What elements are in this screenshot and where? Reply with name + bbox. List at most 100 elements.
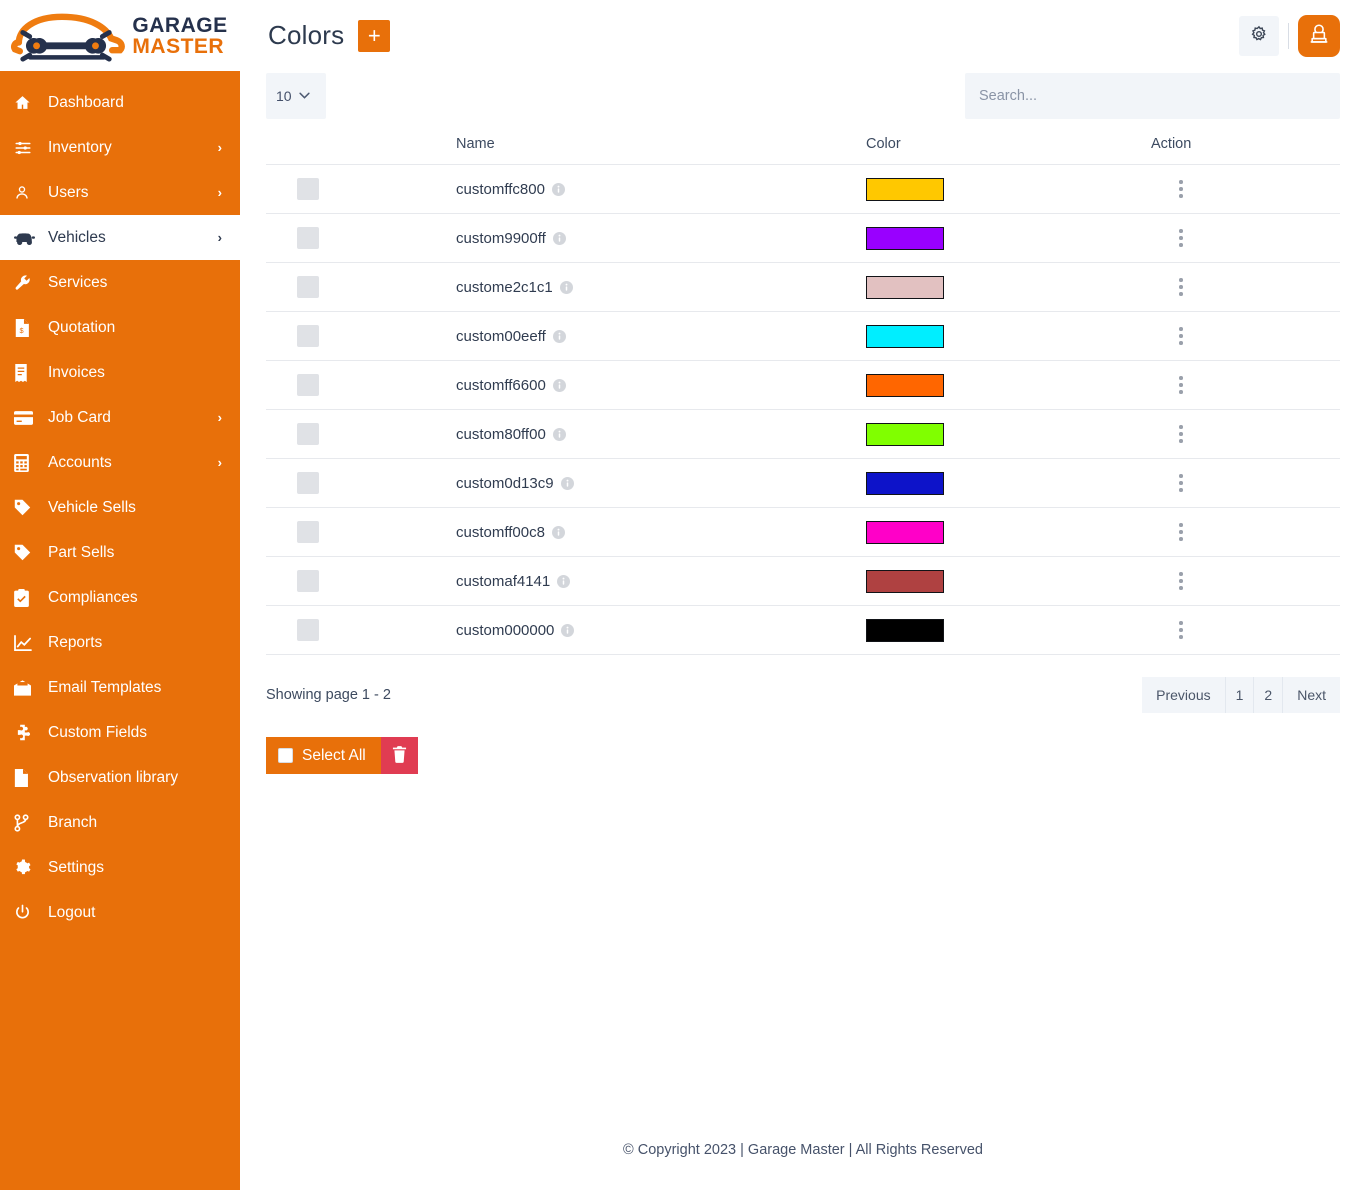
row-name-cell: custome2c1c1	[456, 263, 866, 312]
row-color-cell	[866, 557, 1151, 606]
name-wrapper: custom00eeff	[456, 328, 866, 345]
kebab-menu-icon[interactable]	[1173, 327, 1189, 345]
row-checkbox-cell	[266, 606, 456, 655]
info-icon[interactable]	[553, 379, 566, 392]
sidebar-item-reports[interactable]: Reports	[0, 620, 240, 665]
search-input[interactable]	[965, 73, 1340, 119]
sidebar-item-compliances[interactable]: Compliances	[0, 575, 240, 620]
main-area: Colors +	[240, 0, 1366, 1190]
kebab-menu-icon[interactable]	[1173, 523, 1189, 541]
row-name-cell: custom9900ff	[456, 214, 866, 263]
pagination-page-1[interactable]: 1	[1226, 677, 1255, 713]
sidebar-item-users[interactable]: Users ›	[0, 170, 240, 215]
row-checkbox-cell	[266, 410, 456, 459]
sidebar-item-part-sells[interactable]: Part Sells	[0, 530, 240, 575]
kebab-menu-icon[interactable]	[1173, 572, 1189, 590]
row-checkbox-cell	[266, 459, 456, 508]
sidebar-item-quotation[interactable]: $ Quotation	[0, 305, 240, 350]
name-wrapper: custom000000	[456, 622, 866, 639]
column-header-color: Color	[866, 136, 1151, 165]
select-all-checkbox-icon	[278, 748, 293, 763]
row-checkbox[interactable]	[297, 472, 319, 494]
sidebar-item-branch[interactable]: Branch	[0, 800, 240, 845]
svg-text:$: $	[19, 325, 23, 334]
sidebar-item-vehicle-sells[interactable]: Vehicle Sells	[0, 485, 240, 530]
row-action-cell	[1151, 165, 1340, 214]
gear-icon	[14, 859, 40, 877]
info-icon[interactable]	[552, 526, 565, 539]
sidebar-item-vehicles[interactable]: Vehicles ›	[0, 215, 240, 260]
row-name-cell: customff6600	[456, 361, 866, 410]
select-all-button[interactable]: Select All	[266, 737, 381, 774]
sidebar-item-email-templates[interactable]: Email Templates	[0, 665, 240, 710]
pagination-next[interactable]: Next	[1283, 677, 1340, 713]
sidebar-item-observation-library[interactable]: Observation library	[0, 755, 240, 800]
sidebar-item-job-card[interactable]: Job Card ›	[0, 395, 240, 440]
pagination-previous[interactable]: Previous	[1142, 677, 1225, 713]
row-checkbox[interactable]	[297, 178, 319, 200]
sidebar-item-invoices[interactable]: Invoices	[0, 350, 240, 395]
row-checkbox[interactable]	[297, 374, 319, 396]
row-checkbox[interactable]	[297, 276, 319, 298]
sidebar-item-label: Quotation	[48, 319, 115, 337]
top-bar-actions	[1239, 15, 1340, 57]
page-length-select[interactable]: 10	[266, 73, 326, 119]
sidebar-item-logout[interactable]: Logout	[0, 890, 240, 935]
color-swatch	[866, 227, 944, 250]
sidebar-item-settings[interactable]: Settings	[0, 845, 240, 890]
table-footer: Showing page 1 - 2 Previous 1 2 Next	[266, 676, 1340, 714]
info-icon[interactable]	[561, 624, 574, 637]
name-wrapper: custom0d13c9	[456, 475, 866, 492]
sidebar-item-custom-fields[interactable]: Custom Fields	[0, 710, 240, 755]
info-icon[interactable]	[552, 183, 565, 196]
branch-icon	[14, 814, 40, 832]
sidebar-item-accounts[interactable]: Accounts ›	[0, 440, 240, 485]
row-checkbox-cell	[266, 361, 456, 410]
row-color-cell	[866, 508, 1151, 557]
brand-logo[interactable]: GARAGE MASTER	[0, 0, 240, 71]
sidebar-item-inventory[interactable]: Inventory ›	[0, 125, 240, 170]
kebab-menu-icon[interactable]	[1173, 278, 1189, 296]
kebab-menu-icon[interactable]	[1173, 180, 1189, 198]
content-area: 10 Name Color Action	[240, 71, 1366, 1190]
kebab-menu-icon[interactable]	[1173, 376, 1189, 394]
info-icon[interactable]	[553, 428, 566, 441]
user-avatar-button[interactable]	[1298, 15, 1340, 57]
gear-icon	[1250, 25, 1268, 46]
info-icon[interactable]	[557, 575, 570, 588]
home-icon	[14, 94, 40, 112]
kebab-menu-icon[interactable]	[1173, 474, 1189, 492]
row-checkbox[interactable]	[297, 570, 319, 592]
add-color-button[interactable]: +	[358, 20, 390, 52]
calculator-icon	[14, 454, 40, 472]
table-header-row: Name Color Action	[266, 136, 1340, 165]
row-color-cell	[866, 312, 1151, 361]
trash-icon	[392, 746, 407, 766]
kebab-menu-icon[interactable]	[1173, 229, 1189, 247]
row-name-cell: custom00eeff	[456, 312, 866, 361]
row-checkbox[interactable]	[297, 325, 319, 347]
row-checkbox[interactable]	[297, 423, 319, 445]
info-icon[interactable]	[560, 281, 573, 294]
pagination-page-2[interactable]: 2	[1254, 677, 1283, 713]
sidebar-item-services[interactable]: Services	[0, 260, 240, 305]
info-icon[interactable]	[553, 232, 566, 245]
row-checkbox[interactable]	[297, 227, 319, 249]
delete-selected-button[interactable]	[381, 737, 418, 774]
tag-icon	[14, 544, 40, 562]
color-name: customaf4141	[456, 573, 550, 590]
color-name: customffc800	[456, 181, 545, 198]
info-icon[interactable]	[561, 477, 574, 490]
user-icon	[14, 184, 40, 202]
row-checkbox[interactable]	[297, 619, 319, 641]
power-icon	[14, 904, 40, 922]
sidebar-item-dashboard[interactable]: Dashboard	[0, 80, 240, 125]
info-icon[interactable]	[553, 330, 566, 343]
settings-button[interactable]	[1239, 16, 1279, 56]
kebab-menu-icon[interactable]	[1173, 621, 1189, 639]
row-checkbox-cell	[266, 165, 456, 214]
row-name-cell: customaf4141	[456, 557, 866, 606]
row-checkbox[interactable]	[297, 521, 319, 543]
kebab-menu-icon[interactable]	[1173, 425, 1189, 443]
row-name-cell: customffc800	[456, 165, 866, 214]
